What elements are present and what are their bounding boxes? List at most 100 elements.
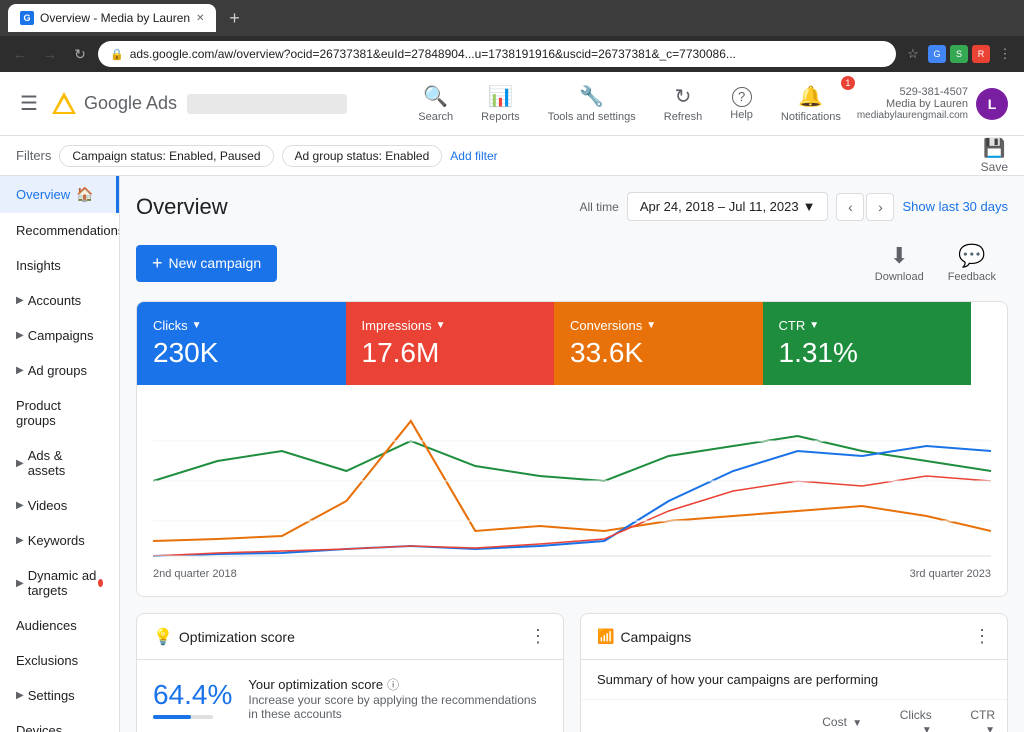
sidebar-item-campaigns[interactable]: ▶ Campaigns — [0, 318, 119, 353]
browser-extension-icons: ☆ G S R ⋮ — [902, 43, 1016, 65]
impressions-caret-icon: ▼ — [436, 320, 446, 331]
sidebar-item-ad-groups[interactable]: ▶ Ad groups — [0, 353, 119, 388]
overview-header: Overview All time Apr 24, 2018 – Jul 11,… — [136, 192, 1008, 221]
google-ads-triangle-icon — [50, 90, 78, 118]
account-name: Media by Lauren — [857, 98, 968, 110]
extension-icon-4[interactable]: ⋮ — [994, 43, 1016, 65]
optimization-panel-header: 💡 Optimization score ⋮ — [137, 614, 563, 660]
extension-icon-3[interactable]: R — [972, 45, 990, 63]
sidebar-item-videos[interactable]: ▶ Videos — [0, 488, 119, 523]
ad-group-status-filter[interactable]: Ad group status: Enabled — [282, 145, 443, 167]
impressions-metric[interactable]: Impressions ▼ 17.6M — [346, 302, 555, 385]
new-campaign-button[interactable]: + New campaign — [136, 245, 277, 282]
campaigns-panel-header: 📶 Campaigns ⋮ — [581, 614, 1007, 660]
refresh-label: Refresh — [664, 111, 703, 123]
download-button[interactable]: ⬇ Download — [863, 237, 936, 289]
active-tab[interactable]: G Overview - Media by Lauren ✕ — [8, 4, 216, 32]
close-tab-button[interactable]: ✕ — [196, 13, 204, 24]
feedback-button[interactable]: 💬 Feedback — [936, 237, 1008, 289]
forward-button[interactable]: → — [38, 42, 62, 66]
main-layout: Overview 🏠 Recommendations Insights ▶ Ac… — [0, 176, 1024, 732]
feedback-icon: 💬 — [958, 243, 985, 269]
clicks-metric[interactable]: Clicks ▼ 230K — [137, 302, 346, 385]
avatar[interactable]: L — [976, 88, 1008, 120]
account-name-blurred — [187, 94, 347, 114]
chart-container: 2nd quarter 2018 3rd quarter 2023 — [137, 385, 1007, 596]
new-tab-button[interactable]: + — [220, 4, 248, 32]
col-ctr[interactable]: CTR ▼ — [944, 700, 1007, 732]
reports-tool[interactable]: 📊 Reports — [469, 78, 532, 129]
hamburger-menu[interactable]: ☰ — [16, 87, 42, 120]
impressions-value: 17.6M — [362, 337, 539, 369]
tab-bar: G Overview - Media by Lauren ✕ + — [0, 0, 1024, 36]
metrics-card: Clicks ▼ 230K Impressions ▼ 17.6M — [136, 301, 1008, 597]
sidebar-item-exclusions[interactable]: Exclusions — [0, 643, 119, 678]
optimization-panel: 💡 Optimization score ⋮ 64.4% — [136, 613, 564, 732]
url-text: ads.google.com/aw/overview?ocid=26737381… — [130, 47, 736, 61]
metrics-more-button[interactable]: ⋮ — [971, 302, 1007, 385]
conversions-caret-icon: ▼ — [646, 320, 656, 331]
chevron-icon: ▶ — [16, 690, 24, 701]
notifications-badge: 1 — [841, 76, 855, 90]
address-bar[interactable]: 🔒 ads.google.com/aw/overview?ocid=267373… — [98, 41, 896, 67]
opt-score-subtitle: Increase your score by applying the reco… — [248, 693, 547, 721]
back-button[interactable]: ← — [8, 42, 32, 66]
refresh-button[interactable]: ↻ — [68, 42, 92, 66]
save-icon: 💾 — [983, 138, 1005, 159]
info-icon: ⓘ — [387, 676, 399, 693]
next-date-button[interactable]: › — [866, 193, 894, 221]
sidebar-item-settings[interactable]: ▶ Settings — [0, 678, 119, 713]
sidebar-dynamic-label: Dynamic ad targets — [28, 568, 98, 598]
sidebar-item-dynamic-ad-targets[interactable]: ▶ Dynamic ad targets — [0, 558, 119, 608]
chart-start-date: 2nd quarter 2018 — [153, 568, 237, 580]
col-cost[interactable]: Cost ▼ — [743, 700, 874, 732]
tools-icon: 🔧 — [579, 84, 604, 109]
campaigns-more-button[interactable]: ⋮ — [973, 626, 991, 647]
sidebar-item-devices[interactable]: Devices — [0, 713, 119, 732]
tab-favicon: G — [20, 11, 34, 25]
sidebar-item-ads-assets[interactable]: ▶ Ads & assets — [0, 438, 119, 488]
cost-sort-icon: ▼ — [852, 718, 862, 729]
ctr-metric[interactable]: CTR ▼ 1.31% — [763, 302, 972, 385]
save-button[interactable]: 💾 Save — [981, 138, 1008, 174]
notifications-tool[interactable]: 🔔 1 Notifications — [769, 78, 853, 129]
action-bar: + New campaign ⬇ Download 💬 Feedback — [136, 237, 1008, 289]
sidebar-item-audiences[interactable]: Audiences — [0, 608, 119, 643]
col-clicks[interactable]: Clicks ▼ — [874, 700, 944, 732]
extension-icon-1[interactable]: G — [928, 45, 946, 63]
nav-tools: 🔍 Search 📊 Reports 🔧 Tools and settings … — [406, 78, 1008, 129]
date-range-picker[interactable]: Apr 24, 2018 – Jul 11, 2023 ▼ — [627, 192, 829, 221]
prev-date-button[interactable]: ‹ — [836, 193, 864, 221]
sidebar-item-insights[interactable]: Insights — [0, 248, 119, 283]
refresh-tool[interactable]: ↻ Refresh — [652, 78, 715, 129]
optimization-panel-title: 💡 Optimization score — [153, 627, 529, 647]
browser-controls: ← → ↻ 🔒 ads.google.com/aw/overview?ocid=… — [0, 36, 1024, 72]
campaign-status-filter[interactable]: Campaign status: Enabled, Paused — [59, 145, 273, 167]
sidebar-videos-label: Videos — [28, 498, 68, 513]
add-filter-button[interactable]: Add filter — [450, 149, 497, 163]
new-campaign-label: New campaign — [169, 255, 262, 271]
sidebar-item-accounts[interactable]: ▶ Accounts — [0, 283, 119, 318]
sidebar-adgroups-label: Ad groups — [28, 363, 87, 378]
extension-icon-2[interactable]: S — [950, 45, 968, 63]
sidebar-ads-label: Ads & assets — [28, 448, 103, 478]
search-tool[interactable]: 🔍 Search — [406, 78, 465, 129]
show-last-30-button[interactable]: Show last 30 days — [902, 199, 1008, 214]
help-tool[interactable]: ? Help — [718, 81, 765, 127]
sidebar-item-recommendations[interactable]: Recommendations — [0, 213, 119, 248]
sidebar-item-keywords[interactable]: ▶ Keywords — [0, 523, 119, 558]
filters-label: Filters — [16, 148, 51, 163]
chevron-icon: ▶ — [16, 458, 24, 469]
sidebar-item-product-groups[interactable]: Product groups — [0, 388, 119, 438]
tools-settings-tool[interactable]: 🔧 Tools and settings — [536, 78, 648, 129]
clicks-label: Clicks ▼ — [153, 318, 330, 333]
bell-icon: 🔔 — [798, 84, 823, 109]
main-content: Overview All time Apr 24, 2018 – Jul 11,… — [120, 176, 1024, 732]
sidebar-item-overview[interactable]: Overview 🏠 — [0, 176, 119, 213]
opt-score-text: Your optimization score ⓘ Increase your … — [248, 676, 547, 721]
sidebar-keywords-label: Keywords — [28, 533, 85, 548]
conversions-metric[interactable]: Conversions ▼ 33.6K — [554, 302, 763, 385]
date-nav-arrows: ‹ › — [836, 193, 894, 221]
optimization-more-button[interactable]: ⋮ — [529, 626, 547, 647]
bookmark-icon[interactable]: ☆ — [902, 43, 924, 65]
